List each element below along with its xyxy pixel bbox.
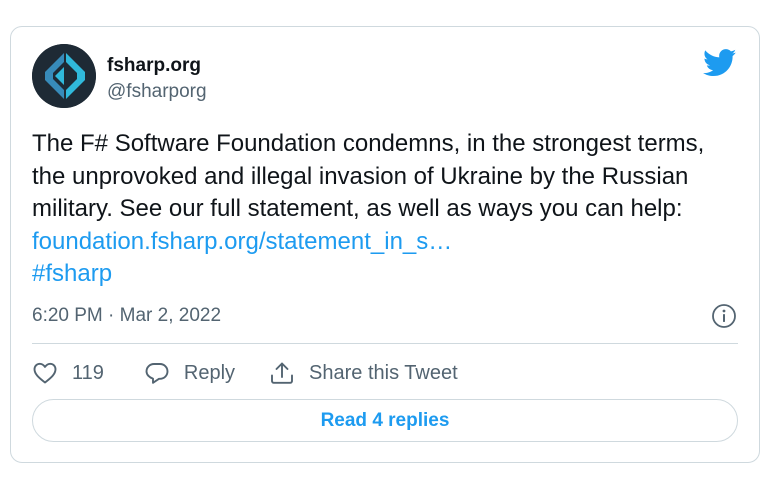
share-label: Share this Tweet <box>309 361 458 384</box>
user-handle[interactable]: @fsharporg <box>107 80 207 104</box>
twitter-bird-icon[interactable] <box>703 49 737 77</box>
statement-link[interactable]: foundation.fsharp.org/statement_in_s… <box>32 228 452 255</box>
reply-button[interactable]: Reply <box>144 361 235 385</box>
tweet-text: The F# Software Foundation condemns, in … <box>32 128 732 291</box>
tweet-card: fsharp.org @fsharporg The F# Software Fo… <box>10 26 760 463</box>
like-count: 119 <box>72 361 104 384</box>
divider <box>32 343 738 344</box>
heart-icon <box>33 362 57 384</box>
reply-label: Reply <box>183 361 236 384</box>
action-bar: 119 Reply Share this Tweet <box>32 358 458 388</box>
share-button[interactable]: Share this Tweet <box>269 360 458 386</box>
reply-bubble-icon <box>145 363 169 384</box>
like-button[interactable]: 119 <box>32 361 104 385</box>
info-icon[interactable] <box>711 303 737 329</box>
fsharp-logo-icon[interactable] <box>32 44 96 108</box>
tweet-timestamp[interactable]: 6:20 PM · Mar 2, 2022 <box>32 305 221 327</box>
share-icon <box>271 362 293 384</box>
tweet-body: The F# Software Foundation condemns, in … <box>32 130 705 223</box>
display-name[interactable]: fsharp.org <box>107 55 207 77</box>
hashtag-link[interactable]: #fsharp <box>32 260 112 287</box>
read-replies-button[interactable]: Read 4 replies <box>32 399 738 442</box>
user-info[interactable]: fsharp.org @fsharporg <box>107 55 207 104</box>
